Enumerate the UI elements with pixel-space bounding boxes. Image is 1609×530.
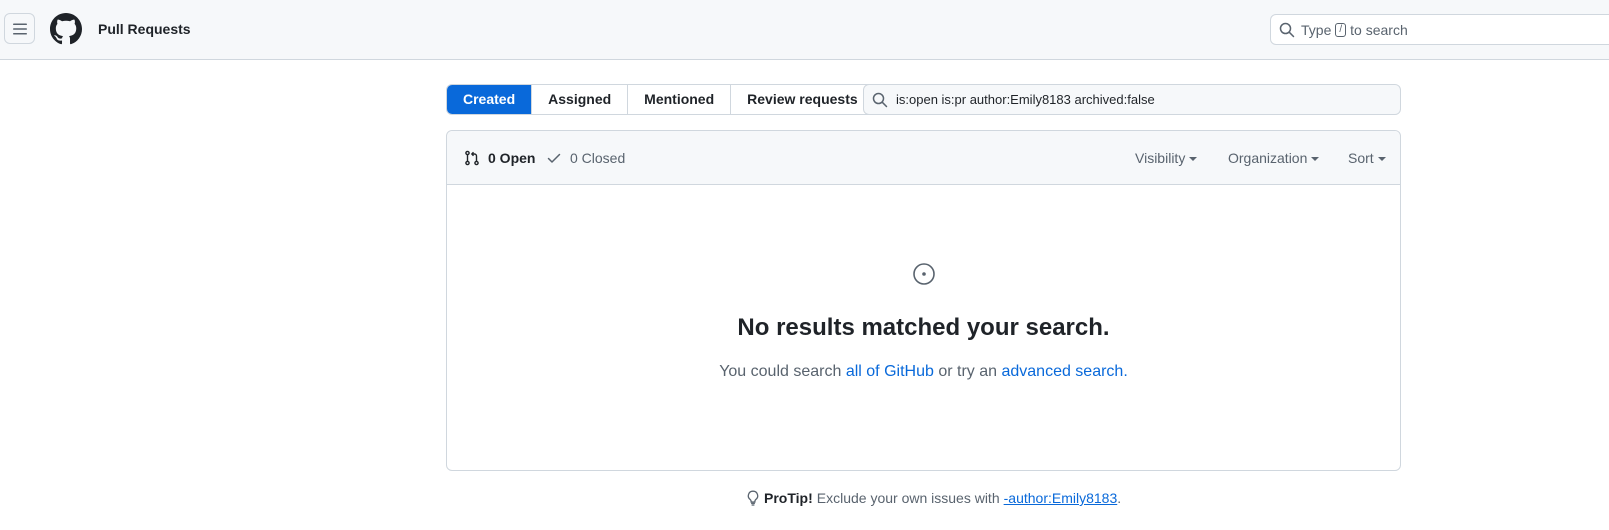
search-prefix-text: Type — [1301, 21, 1332, 38]
tab-assigned[interactable]: Assigned — [532, 85, 629, 114]
visibility-dropdown[interactable]: Visibility — [1135, 150, 1198, 166]
all-of-github-link[interactable]: all of GitHub — [846, 363, 934, 380]
tab-mentioned[interactable]: Mentioned — [628, 85, 732, 114]
blankslate-text-suffix: . — [1123, 363, 1128, 380]
pr-tabs: Created Assigned Mentioned Review reques… — [446, 84, 875, 115]
open-filter-link[interactable]: 0 Open — [464, 150, 535, 166]
filter-search-field[interactable] — [863, 84, 1401, 115]
git-pull-request-icon — [465, 150, 479, 166]
protip: ProTip! Exclude your own issues with -au… — [746, 490, 1121, 506]
organization-label: Organization — [1228, 150, 1308, 166]
protip-text: Exclude your own issues with — [816, 490, 1000, 506]
organization-dropdown[interactable]: Organization — [1228, 150, 1320, 166]
sort-dropdown[interactable]: Sort — [1348, 150, 1386, 166]
blankslate-title: No results matched your search. — [737, 314, 1110, 341]
open-count-label: 0 Open — [488, 150, 536, 166]
hamburger-icon — [12, 23, 27, 34]
search-icon — [1279, 22, 1295, 37]
search-icon — [872, 92, 888, 107]
github-logo-icon[interactable] — [50, 13, 82, 45]
blankslate-text-middle: or try an — [938, 363, 998, 380]
results-box: 0 Open 0 Closed Visibility Organization … — [446, 130, 1401, 471]
results-header: 0 Open 0 Closed Visibility Organization … — [447, 131, 1400, 185]
caret-down-icon — [1311, 157, 1320, 161]
blankslate-text-prefix: You could search — [719, 363, 842, 380]
menu-button[interactable] — [4, 13, 35, 44]
tab-created[interactable]: Created — [447, 85, 533, 114]
slash-key-hint: / — [1335, 22, 1347, 37]
advanced-search-link[interactable]: advanced search — [1001, 363, 1123, 380]
author-exclude-link[interactable]: -author:Emily8183 — [1004, 490, 1118, 506]
filter-input[interactable] — [896, 92, 1376, 107]
search-suffix-text: to search — [1350, 21, 1408, 38]
tab-review-requests[interactable]: Review requests — [731, 85, 874, 114]
check-icon — [547, 153, 561, 163]
protip-label: ProTip! — [764, 490, 813, 506]
issue-opened-icon — [913, 263, 935, 285]
sort-label: Sort — [1348, 150, 1374, 166]
page-title[interactable]: Pull Requests — [98, 21, 191, 37]
caret-down-icon — [1377, 157, 1386, 161]
visibility-label: Visibility — [1135, 150, 1186, 166]
closed-filter-link[interactable]: 0 Closed — [546, 150, 625, 166]
light-bulb-icon — [747, 490, 759, 506]
global-search-input[interactable]: Type / to search — [1270, 14, 1609, 45]
caret-down-icon — [1189, 157, 1198, 161]
closed-count-label: 0 Closed — [570, 150, 626, 166]
protip-suffix: . — [1117, 490, 1122, 506]
app-header: Pull Requests Type / to search — [0, 0, 1609, 60]
blankslate-text: You could search all of GitHub or try an… — [447, 363, 1400, 381]
